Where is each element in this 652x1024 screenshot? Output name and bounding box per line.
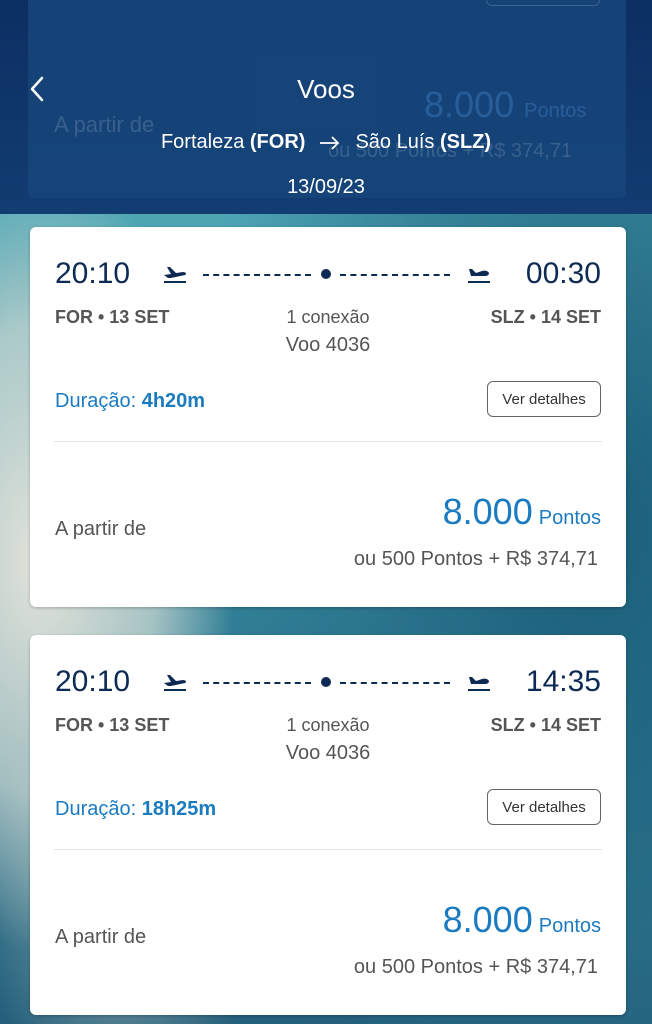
plane-takeoff-icon: [164, 267, 187, 283]
destination-city: São Luís: [355, 131, 435, 153]
duration: Duração: 4h20m: [55, 390, 206, 412]
from-label: A partir de: [55, 518, 147, 540]
plane-landing-icon: [468, 269, 490, 283]
departure-time: 20:10: [55, 665, 131, 698]
arrival-time: 00:30: [525, 257, 601, 290]
route-line-right: [340, 274, 450, 276]
points-price: 8.000 Pontos: [442, 899, 601, 940]
route-line-left: [203, 274, 311, 276]
alt-price: ou 500 Pontos + R$ 374,71: [353, 956, 598, 978]
departure-time: 20:10: [55, 257, 131, 290]
travel-date: 13/09/23: [287, 176, 365, 198]
details-button[interactable]: Ver detalhes: [487, 381, 601, 417]
flight-number: Voo 4036: [285, 334, 371, 356]
route-line-left: [203, 682, 311, 684]
flight-card[interactable]: 20:10 00:30 FOR • 13 SET 1 conexão SLZ •…: [30, 227, 626, 607]
flight-number: Voo 4036: [285, 742, 371, 764]
connection-dot: [321, 677, 331, 687]
plane-takeoff-icon: [164, 675, 187, 691]
route-line-right: [340, 682, 450, 684]
destination-code: (SLZ): [439, 131, 492, 153]
arrival-info: SLZ • 14 SET: [490, 307, 601, 327]
origin-city: Fortaleza: [160, 131, 245, 153]
divider: [54, 849, 602, 850]
arrow-right-icon: [319, 135, 341, 151]
plane-landing-icon: [468, 677, 490, 691]
flight-card[interactable]: 20:10 14:35 FOR • 13 SET 1 conexão SLZ •…: [30, 635, 626, 1015]
connection-dot: [321, 269, 331, 279]
header: A partir de 8.000 Pontos ou 500 Pontos +…: [0, 0, 652, 214]
duration: Duração: 18h25m: [55, 798, 217, 820]
route-summary: Fortaleza (FOR) São Luís (SLZ): [0, 131, 652, 154]
arrival-info: SLZ • 14 SET: [490, 715, 601, 735]
from-label: A partir de: [55, 926, 147, 948]
points-price: 8.000 Pontos: [442, 491, 601, 532]
alt-price: ou 500 Pontos + R$ 374,71: [353, 548, 598, 570]
origin-code: (FOR): [249, 131, 306, 153]
arrival-time: 14:35: [525, 665, 601, 698]
ghost-details-button: [486, 0, 600, 6]
details-button[interactable]: Ver detalhes: [487, 789, 601, 825]
page-title: Voos: [297, 74, 355, 104]
divider: [54, 441, 602, 442]
